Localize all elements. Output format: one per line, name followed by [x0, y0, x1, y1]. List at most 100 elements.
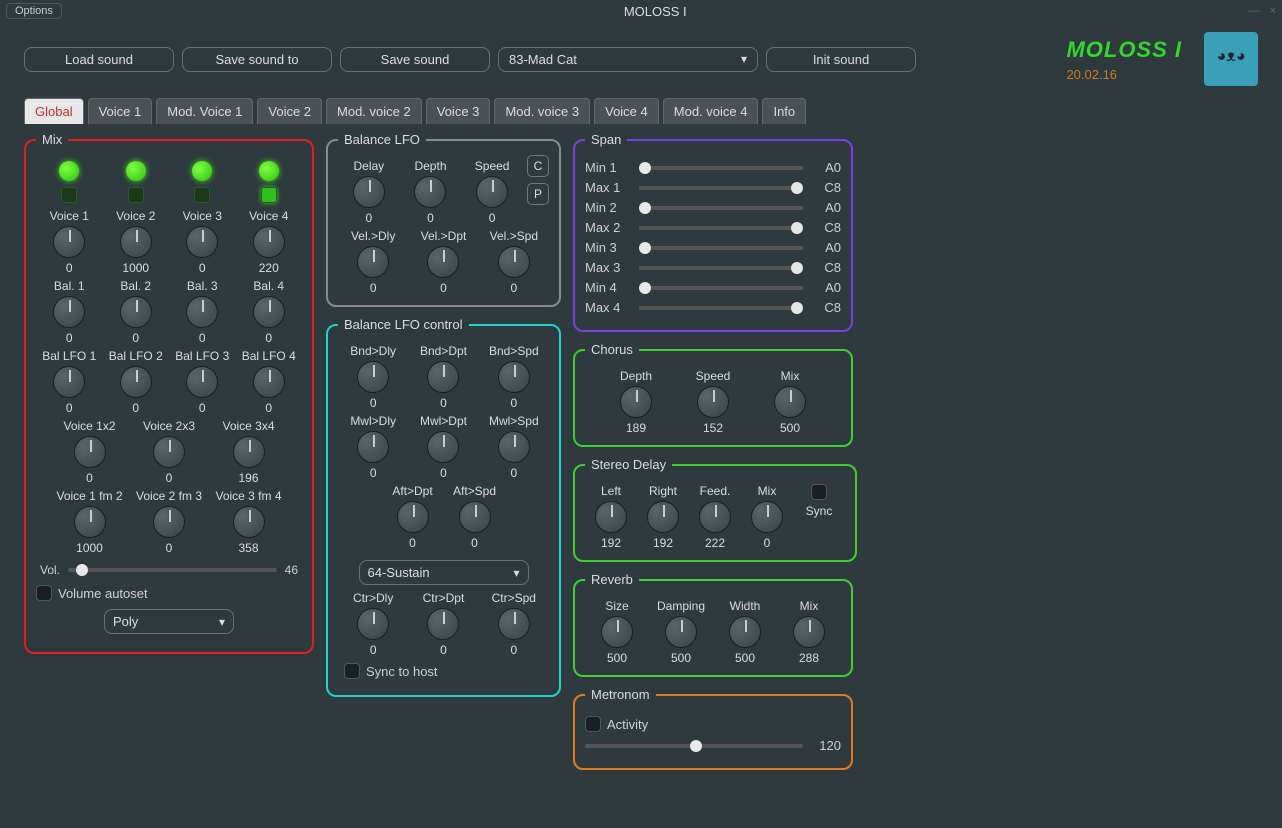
mix-voice-voice-2-knob[interactable]	[120, 226, 152, 258]
chorus-depth-knob[interactable]	[620, 386, 652, 418]
mix-fm-voice-2-fm-3-knob[interactable]	[153, 506, 185, 538]
mix-vx-label: Voice 3x4	[222, 419, 274, 433]
lfoc-bnd-bnd-dpt-knob[interactable]	[427, 361, 459, 393]
voice3-toggle[interactable]	[194, 187, 210, 203]
span-min-4-slider[interactable]	[639, 286, 803, 290]
lfoc-ctr-ctr-dpt-knob[interactable]	[427, 608, 459, 640]
init-sound-button[interactable]: Init sound	[766, 47, 916, 72]
tab-mod--voice-4[interactable]: Mod. voice 4	[663, 98, 759, 124]
span-max-4-slider[interactable]	[639, 306, 803, 310]
mix-bal-bal--3-knob[interactable]	[186, 296, 218, 328]
mix-bal-lfo-bal-lfo-2-knob[interactable]	[120, 366, 152, 398]
load-sound-button[interactable]: Load sound	[24, 47, 174, 72]
delay-value: 222	[705, 536, 725, 550]
paste-button[interactable]: P	[527, 183, 549, 205]
reverb-damping-knob[interactable]	[665, 616, 697, 648]
delay-right-knob[interactable]	[647, 501, 679, 533]
tab-mod--voice-1[interactable]: Mod. Voice 1	[156, 98, 253, 124]
mix-bal-lfo-bal-lfo-4-knob[interactable]	[253, 366, 285, 398]
reverb-size-knob[interactable]	[601, 616, 633, 648]
tab-mod--voice-3[interactable]: Mod. voice 3	[494, 98, 590, 124]
lfoc-ctr-ctr-dly-knob[interactable]	[357, 608, 389, 640]
span-max-2-slider[interactable]	[639, 226, 803, 230]
voice1-toggle[interactable]	[61, 187, 77, 203]
tab-voice-3[interactable]: Voice 3	[426, 98, 491, 124]
balance-lfo-delay-knob[interactable]	[353, 176, 385, 208]
balance-lfo-vel-vel--spd-knob[interactable]	[498, 246, 530, 278]
mix-bal-lfo-bal-lfo-1-knob[interactable]	[53, 366, 85, 398]
copy-button[interactable]: C	[527, 155, 549, 177]
mix-bal-bal--2-knob[interactable]	[120, 296, 152, 328]
mix-voice-voice-1-knob[interactable]	[53, 226, 85, 258]
span-min-2-slider[interactable]	[639, 206, 803, 210]
controller-select[interactable]: 64-Sustain ▾	[359, 560, 529, 585]
mix-voice-voice-4-knob[interactable]	[253, 226, 285, 258]
minimize-icon[interactable]: —	[1249, 5, 1260, 17]
lfoc-mwl-mwl-dpt-knob[interactable]	[427, 431, 459, 463]
poly-mode-select[interactable]: Poly ▾	[104, 609, 234, 634]
span-max-3-slider[interactable]	[639, 266, 803, 270]
balance-lfo-vel-vel--dly-knob[interactable]	[357, 246, 389, 278]
voice2-toggle[interactable]	[128, 187, 144, 203]
delay-sync-checkbox[interactable]	[811, 484, 827, 500]
lfoc-aft-aft-dpt-knob[interactable]	[397, 501, 429, 533]
mix-bal-bal--1-knob[interactable]	[53, 296, 85, 328]
volume-slider[interactable]	[68, 568, 277, 572]
mix-voice-voice-3-knob[interactable]	[186, 226, 218, 258]
mix-bal-lfo-value: 0	[265, 401, 272, 415]
lfoc-aft-aft-spd-knob[interactable]	[459, 501, 491, 533]
mix-bal-bal--4-knob[interactable]	[253, 296, 285, 328]
lfoc-mwl-mwl-dly-knob[interactable]	[357, 431, 389, 463]
volume-value: 46	[285, 563, 298, 577]
mix-fm-voice-1-fm-2-knob[interactable]	[74, 506, 106, 538]
span-min-3-slider[interactable]	[639, 246, 803, 250]
lfoc-mwl-mwl-spd-knob[interactable]	[498, 431, 530, 463]
lfoc-bnd-bnd-spd-knob[interactable]	[498, 361, 530, 393]
span-min-1-slider[interactable]	[639, 166, 803, 170]
lfoc-mwl-value: 0	[370, 466, 377, 480]
metronom-tempo-slider[interactable]	[585, 744, 803, 748]
mix-vx-voice-1x2-knob[interactable]	[74, 436, 106, 468]
tab-voice-2[interactable]: Voice 2	[257, 98, 322, 124]
metronom-activity-checkbox[interactable]	[585, 716, 601, 732]
span-value: A0	[811, 280, 841, 295]
mix-fm-voice-3-fm-4-knob[interactable]	[233, 506, 265, 538]
balance-lfo-vel-vel--dpt-knob[interactable]	[427, 246, 459, 278]
tab-voice-4[interactable]: Voice 4	[594, 98, 659, 124]
mix-bal-lfo-bal-lfo-3-knob[interactable]	[186, 366, 218, 398]
balance-lfo-speed-knob[interactable]	[476, 176, 508, 208]
reverb-width-knob[interactable]	[729, 616, 761, 648]
mix-fm-label: Voice 1 fm 2	[56, 489, 122, 503]
mix-vx-voice-2x3-knob[interactable]	[153, 436, 185, 468]
voice4-toggle[interactable]	[261, 187, 277, 203]
reverb-mix-knob[interactable]	[793, 616, 825, 648]
lfoc-aft-value: 0	[471, 536, 478, 550]
mix-vx-voice-3x4-knob[interactable]	[233, 436, 265, 468]
preset-select[interactable]: 83-Mad Cat ▾	[498, 47, 758, 72]
tab-mod--voice-2[interactable]: Mod. voice 2	[326, 98, 422, 124]
mix-fm-value: 0	[166, 541, 173, 555]
sync-to-host-checkbox[interactable]	[344, 663, 360, 679]
balance-lfo-depth-knob[interactable]	[414, 176, 446, 208]
save-sound-button[interactable]: Save sound	[340, 47, 490, 72]
options-button[interactable]: Options	[6, 3, 62, 19]
mix-bal-label: Bal. 4	[253, 279, 284, 293]
close-icon[interactable]: ×	[1270, 5, 1276, 17]
save-sound-to-button[interactable]: Save sound to	[182, 47, 332, 72]
tab-global[interactable]: Global	[24, 98, 84, 124]
lfoc-ctr-label: Ctr>Spd	[492, 591, 536, 605]
tab-info[interactable]: Info	[762, 98, 806, 124]
chorus-mix-knob[interactable]	[774, 386, 806, 418]
volume-autoset-checkbox[interactable]	[36, 585, 52, 601]
tab-voice-1[interactable]: Voice 1	[88, 98, 153, 124]
metronom-activity-label: Activity	[607, 717, 648, 732]
chorus-speed-knob[interactable]	[697, 386, 729, 418]
delay-feed-knob[interactable]	[699, 501, 731, 533]
lfoc-ctr-ctr-spd-knob[interactable]	[498, 608, 530, 640]
delay-label: Left	[601, 484, 621, 498]
span-max-1-slider[interactable]	[639, 186, 803, 190]
delay-mix-knob[interactable]	[751, 501, 783, 533]
delay-left-knob[interactable]	[595, 501, 627, 533]
lfoc-bnd-bnd-dly-knob[interactable]	[357, 361, 389, 393]
span-label: Min 1	[585, 160, 631, 175]
